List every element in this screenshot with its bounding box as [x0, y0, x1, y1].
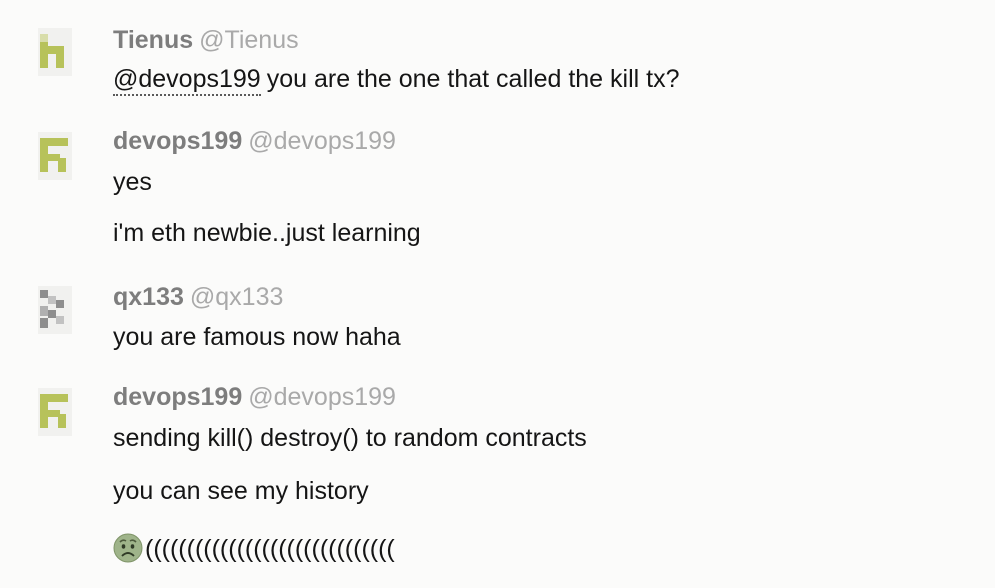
identicon-icon — [38, 388, 72, 436]
message-text: sending kill() destroy() to random contr… — [113, 424, 587, 452]
message-text: you can see my history — [113, 477, 369, 505]
author-name[interactable]: devops199 — [113, 383, 242, 411]
author-handle[interactable]: @devops199 — [248, 127, 396, 155]
author-name[interactable]: Tienus — [113, 26, 193, 54]
author-handle[interactable]: @Tienus — [199, 26, 299, 54]
user-mention-link[interactable]: @devops199 — [113, 65, 261, 96]
worried-face-emoji-icon — [113, 533, 143, 563]
message-author: devops199 @devops199 — [113, 126, 396, 156]
chat-log: Tienus @Tienus @devops199 you are the one … — [0, 0, 995, 588]
author-name[interactable]: devops199 — [113, 127, 242, 155]
identicon-icon — [38, 28, 72, 76]
message-text: yes — [113, 168, 152, 196]
identicon-icon — [38, 132, 72, 180]
author-name[interactable]: qx133 — [113, 283, 184, 311]
message-author: devops199 @devops199 — [113, 382, 396, 412]
avatar[interactable] — [38, 388, 72, 436]
message-text: (((((((((((((((((((((((((((((( — [113, 533, 395, 564]
author-handle[interactable]: @qx133 — [190, 283, 284, 311]
message-text: i'm eth newbie..just learning — [113, 219, 421, 247]
message-text: @devops199 you are the one that called th… — [113, 64, 680, 96]
message-body: you are the one that called the kill tx? — [266, 65, 680, 93]
author-handle[interactable]: @devops199 — [248, 383, 396, 411]
message-author: qx133 @qx133 — [113, 282, 283, 312]
avatar[interactable] — [38, 286, 72, 334]
message-text: you are famous now haha — [113, 323, 401, 351]
message-body: (((((((((((((((((((((((((((((( — [145, 535, 395, 563]
avatar[interactable] — [38, 132, 72, 180]
message-author: Tienus @Tienus — [113, 25, 299, 55]
avatar[interactable] — [38, 28, 72, 76]
identicon-icon — [38, 286, 72, 334]
